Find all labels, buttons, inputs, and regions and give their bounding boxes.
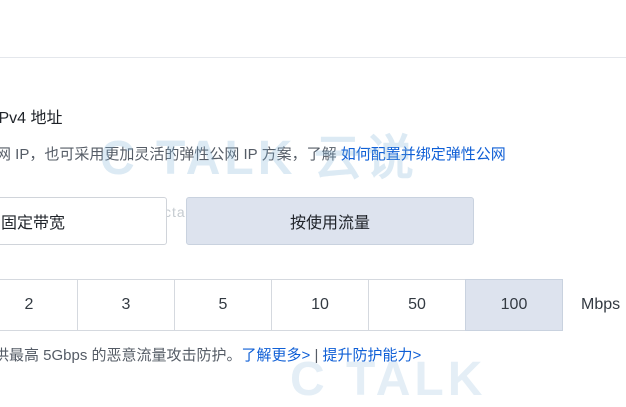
bandwidth-selector: 2 3 5 10 50 100	[0, 279, 563, 331]
section-title: IPv4 地址	[0, 110, 63, 127]
top-divider	[0, 57, 626, 58]
upgrade-protection-link[interactable]: 提升防护能力>	[323, 347, 422, 364]
bandwidth-option[interactable]: 5	[174, 279, 272, 331]
config-eip-link[interactable]: 如何配置并绑定弹性公网	[341, 146, 506, 163]
ddos-protection-note: 供最高 5Gbps 的恶意流量攻击防护。了解更多> | 提升防护能力>	[0, 344, 421, 365]
bandwidth-option[interactable]: 3	[77, 279, 175, 331]
bandwidth-option[interactable]: 10	[271, 279, 369, 331]
ip-description: 网 IP，也可采用更加灵活的弹性公网 IP 方案，了解 如何配置并绑定弹性公网	[0, 143, 506, 164]
protection-text: 供最高 5Gbps 的恶意流量攻击防护。	[0, 347, 242, 364]
learn-more-link[interactable]: 了解更多>	[242, 347, 311, 364]
bandwidth-option[interactable]: 50	[368, 279, 466, 331]
bandwidth-unit: Mbps	[581, 296, 621, 313]
bandwidth-option[interactable]: 2	[0, 279, 78, 331]
link-separator: |	[314, 347, 319, 364]
bandwidth-option-selected[interactable]: 100	[465, 279, 563, 331]
pay-by-traffic-button[interactable]: 按使用流量	[186, 197, 474, 245]
ip-description-text: 网 IP，也可采用更加灵活的弹性公网 IP 方案，了解	[0, 146, 337, 163]
fixed-bandwidth-button[interactable]: 固定带宽	[0, 197, 167, 245]
